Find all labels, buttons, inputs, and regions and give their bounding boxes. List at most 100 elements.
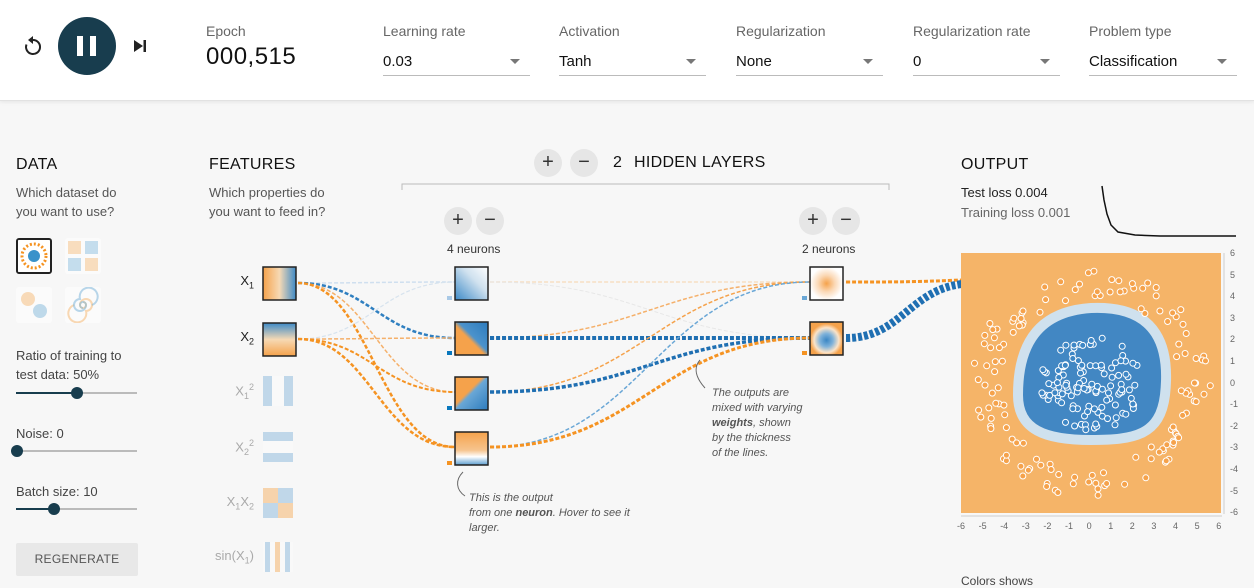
data-point (1200, 390, 1208, 398)
data-point (1051, 389, 1059, 397)
data-point (981, 381, 989, 389)
data-point (1082, 426, 1090, 434)
feature-tile-x1[interactable] (262, 266, 297, 301)
data-point (1142, 474, 1150, 482)
weights-annotation-line: mixed with varying (712, 402, 803, 414)
data-point (1139, 284, 1147, 292)
data-point (1055, 471, 1063, 478)
x-tick-label: -2 (1043, 521, 1052, 531)
neuron-annotation-line: from one neuron. Hover to see it (469, 507, 630, 519)
data-point (1002, 424, 1010, 432)
data-point (975, 406, 983, 414)
data-point (1100, 469, 1107, 477)
data-point (1104, 415, 1111, 423)
data-point (1054, 489, 1062, 496)
data-point (1057, 278, 1065, 286)
data-point (1042, 296, 1050, 304)
data-point (1041, 283, 1049, 291)
data-point (1001, 411, 1009, 419)
data-point (1017, 315, 1025, 322)
y-tick-label: 6 (1230, 248, 1236, 258)
data-point (1169, 423, 1177, 431)
data-point (1152, 284, 1160, 291)
y-tick-label: 3 (1230, 312, 1236, 323)
data-point (1058, 399, 1066, 407)
feature-tile-x1x2[interactable] (263, 488, 293, 518)
data-point (981, 331, 989, 339)
data-point (1002, 451, 1010, 459)
neuron-l1-3[interactable] (454, 376, 489, 411)
data-point (1057, 346, 1065, 354)
data-point (1039, 366, 1047, 374)
data-point (1088, 471, 1096, 479)
data-point (1137, 305, 1145, 313)
data-point (1127, 394, 1135, 402)
data-point (1077, 369, 1084, 377)
data-point (1080, 385, 1088, 392)
data-point (1111, 421, 1119, 429)
data-point (1093, 288, 1101, 296)
neuron-annotation: This is the output from one neuron. Hove… (469, 491, 630, 536)
data-point (1155, 448, 1163, 456)
data-point (1175, 340, 1183, 348)
data-point (1170, 439, 1178, 446)
data-point (995, 344, 1003, 352)
data-point (1173, 353, 1181, 361)
data-point (1045, 380, 1053, 388)
neuron-l2-2[interactable] (809, 321, 844, 356)
data-point (1163, 441, 1171, 449)
neuron-l1-4[interactable] (454, 431, 489, 466)
data-point (1098, 385, 1106, 393)
data-point (1087, 337, 1095, 344)
data-point (1115, 371, 1123, 379)
data-point (1094, 491, 1102, 499)
data-point (1078, 361, 1086, 369)
feature-tile-x2[interactable] (262, 322, 297, 357)
data-point (1047, 466, 1055, 473)
data-point (1010, 314, 1018, 322)
data-point (1129, 359, 1137, 367)
data-point (1097, 361, 1105, 369)
y-tick-label: -4 (1230, 464, 1239, 474)
neuron-l1-2[interactable] (454, 321, 489, 356)
weights-annotation-line: by the thickness (712, 432, 791, 444)
feature-tile-sin-x1[interactable] (263, 542, 293, 572)
x-tick-label: 2 (1129, 521, 1135, 531)
x-tick-label: -3 (1021, 521, 1030, 531)
data-point (1070, 341, 1078, 349)
neuron-annotation-line: This is the output (469, 492, 553, 504)
x-tick-label: 0 (1086, 521, 1092, 531)
y-tick-label: -1 (1230, 399, 1239, 410)
neuron-l1-1[interactable] (454, 266, 489, 301)
neuron-l2-1[interactable] (809, 266, 844, 301)
data-point (1033, 455, 1040, 463)
data-point (1122, 410, 1130, 418)
x-tick-label: 5 (1194, 521, 1200, 531)
feature-tile-x1-squared[interactable] (263, 376, 293, 406)
data-point (1116, 288, 1124, 296)
data-point (1074, 384, 1082, 392)
data-point (1038, 389, 1046, 397)
feature-tile-x2-squared[interactable] (263, 432, 293, 462)
data-point (991, 368, 999, 376)
y-tick-label: 5 (1230, 269, 1236, 280)
data-point (1019, 439, 1027, 447)
data-point (1100, 370, 1108, 378)
data-point (1098, 334, 1106, 342)
data-point (1121, 480, 1129, 488)
data-point (1179, 320, 1187, 328)
y-tick-label: -6 (1230, 507, 1239, 518)
data-point (1115, 277, 1123, 285)
data-point (1017, 462, 1025, 470)
x-tick-label: 6 (1216, 521, 1222, 531)
data-point (1067, 392, 1075, 400)
data-point (1129, 400, 1137, 408)
y-tick-label: -5 (1230, 485, 1239, 496)
data-point (998, 357, 1006, 365)
data-point (1169, 309, 1177, 317)
data-point (1162, 457, 1170, 465)
x-tick-label: -6 (957, 521, 966, 531)
data-point (1144, 279, 1152, 287)
neuron-annotation-line: larger. (469, 522, 500, 534)
data-point (1128, 280, 1136, 288)
